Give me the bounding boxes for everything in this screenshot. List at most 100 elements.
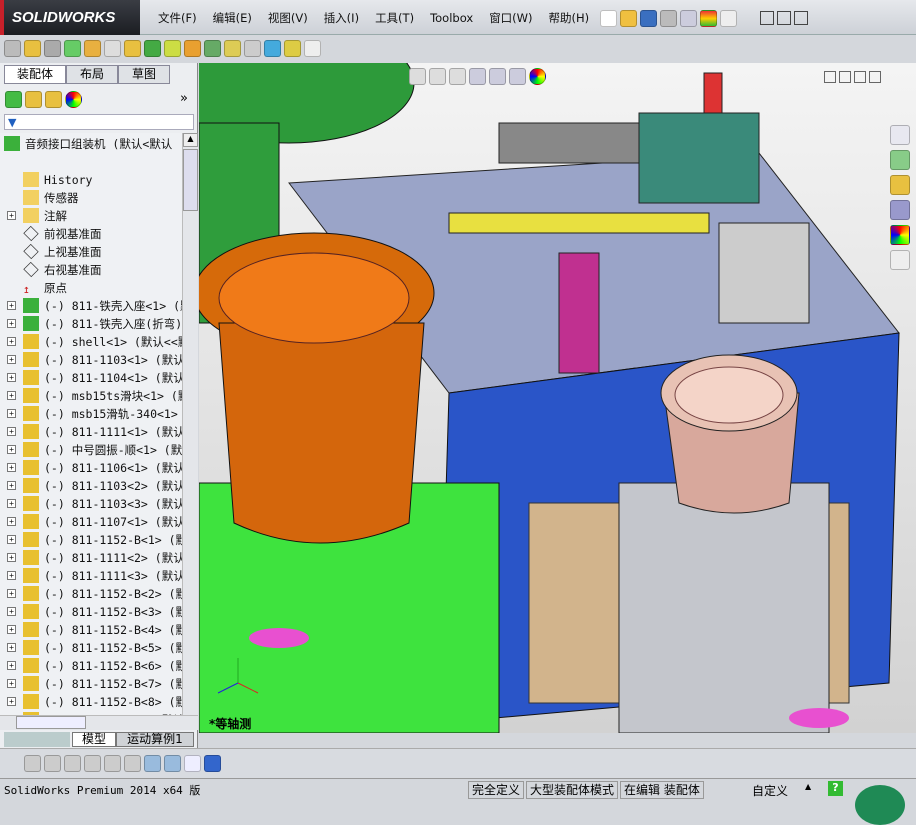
tree-horizontal-scrollbar[interactable] bbox=[0, 715, 198, 730]
previous-view-icon[interactable] bbox=[449, 68, 466, 85]
expand-icon[interactable]: + bbox=[7, 409, 16, 418]
tab-assembly[interactable]: 装配体 bbox=[4, 65, 66, 84]
print-icon[interactable] bbox=[660, 9, 677, 27]
speedpak-icon[interactable] bbox=[284, 39, 301, 57]
zoom-area-icon[interactable] bbox=[429, 68, 446, 85]
expand-icon[interactable]: + bbox=[7, 499, 16, 508]
feature-manager-icon[interactable] bbox=[5, 91, 22, 108]
display-style-icon[interactable] bbox=[509, 68, 526, 85]
rebuild-icon[interactable] bbox=[700, 9, 717, 27]
linear-pattern-icon[interactable] bbox=[64, 39, 81, 57]
file-explorer-icon[interactable] bbox=[890, 175, 910, 195]
show-hidden-icon[interactable] bbox=[124, 39, 141, 57]
units-selector[interactable]: 自定义 bbox=[752, 782, 788, 799]
snapshot-icon[interactable] bbox=[304, 39, 321, 57]
exploded-view-icon[interactable] bbox=[224, 39, 241, 57]
menu-window[interactable]: 窗口(W) bbox=[481, 10, 540, 26]
tree-vertical-scrollbar[interactable]: ▲ bbox=[182, 133, 198, 715]
arrange-icon[interactable] bbox=[124, 755, 141, 772]
expand-icon[interactable]: + bbox=[7, 211, 16, 220]
viewport-split-icon[interactable] bbox=[839, 71, 851, 83]
expand-icon[interactable]: + bbox=[7, 517, 16, 526]
resources-icon[interactable] bbox=[890, 125, 910, 145]
new-file-icon[interactable] bbox=[600, 9, 617, 27]
expand-icon[interactable]: + bbox=[7, 697, 16, 706]
undo-icon[interactable] bbox=[680, 9, 697, 27]
design-library-icon[interactable] bbox=[890, 150, 910, 170]
expand-icon[interactable]: + bbox=[7, 553, 16, 562]
units-up-arrow-icon[interactable]: ▲ bbox=[805, 782, 811, 791]
insert-component-icon[interactable] bbox=[24, 39, 41, 57]
layout-icon[interactable] bbox=[144, 755, 161, 772]
expand-icon[interactable]: + bbox=[7, 427, 16, 436]
expand-icon[interactable]: + bbox=[7, 373, 16, 382]
graphics-area[interactable]: *等轴测 bbox=[199, 63, 916, 733]
save-icon[interactable] bbox=[640, 9, 657, 27]
hide-show-icon[interactable] bbox=[24, 755, 41, 772]
expand-icon[interactable]: + bbox=[7, 445, 16, 454]
assembly-features-icon[interactable] bbox=[144, 39, 161, 57]
close-icon[interactable] bbox=[794, 11, 808, 25]
custom-properties-icon[interactable] bbox=[890, 250, 910, 270]
cube-view-icon[interactable] bbox=[164, 755, 181, 772]
expand-icon[interactable]: + bbox=[7, 463, 16, 472]
view-palette-icon[interactable] bbox=[890, 200, 910, 220]
table-icon[interactable] bbox=[184, 755, 201, 772]
scroll-thumb[interactable] bbox=[183, 149, 198, 211]
section-view-icon[interactable] bbox=[469, 68, 486, 85]
tab-layout[interactable]: 布局 bbox=[66, 65, 118, 84]
lines-icon[interactable] bbox=[64, 755, 81, 772]
menu-tools[interactable]: 工具(T) bbox=[367, 10, 422, 26]
expand-icon[interactable]: + bbox=[7, 355, 16, 364]
tab-motion-study-1[interactable]: 运动算例1 bbox=[116, 732, 194, 747]
minimize-icon[interactable] bbox=[760, 11, 774, 25]
h-scroll-thumb[interactable] bbox=[16, 716, 86, 729]
viewport-restore-icon[interactable] bbox=[824, 71, 836, 83]
save-view-icon[interactable] bbox=[204, 755, 221, 772]
appearances-scenes-icon[interactable] bbox=[890, 225, 910, 245]
viewport-close-icon[interactable] bbox=[869, 71, 881, 83]
open-file-icon[interactable] bbox=[620, 9, 637, 27]
menu-toolbox[interactable]: Toolbox bbox=[422, 11, 481, 25]
expand-icon[interactable]: + bbox=[7, 337, 16, 346]
help-status-icon[interactable]: ? bbox=[828, 781, 843, 796]
appearance-icon[interactable] bbox=[529, 68, 546, 85]
menu-edit[interactable]: 编辑(E) bbox=[205, 10, 260, 26]
expand-icon[interactable]: + bbox=[7, 607, 16, 616]
tab-scroll-buttons[interactable] bbox=[4, 732, 70, 747]
expand-icon[interactable]: + bbox=[7, 535, 16, 544]
filter-input[interactable]: ▼ bbox=[4, 114, 194, 130]
expand-icon[interactable]: + bbox=[7, 301, 16, 310]
viewport-tile-icon[interactable] bbox=[854, 71, 866, 83]
scroll-up-button[interactable]: ▲ bbox=[183, 133, 198, 147]
expand-icon[interactable]: + bbox=[7, 679, 16, 688]
explode-line-icon[interactable] bbox=[244, 39, 261, 57]
expand-icon[interactable]: + bbox=[7, 589, 16, 598]
grid-icon[interactable] bbox=[104, 755, 121, 772]
expand-icon[interactable]: + bbox=[7, 625, 16, 634]
configuration-manager-icon[interactable] bbox=[45, 91, 62, 108]
expand-icon[interactable]: + bbox=[7, 319, 16, 328]
expand-icon[interactable]: + bbox=[7, 481, 16, 490]
bill-of-materials-icon[interactable] bbox=[204, 39, 221, 57]
expand-icon[interactable]: + bbox=[7, 391, 16, 400]
menu-insert[interactable]: 插入(I) bbox=[316, 10, 367, 26]
expand-icon[interactable]: + bbox=[7, 571, 16, 580]
tab-model[interactable]: 模型 bbox=[72, 732, 116, 747]
help-icon[interactable] bbox=[720, 9, 737, 27]
mate-icon[interactable] bbox=[44, 39, 61, 57]
list-icon[interactable] bbox=[84, 755, 101, 772]
tab-sketch[interactable]: 草图 bbox=[118, 65, 170, 84]
expand-chevron-icon[interactable]: » bbox=[180, 91, 188, 106]
menu-view[interactable]: 视图(V) bbox=[260, 10, 316, 26]
smart-fasteners-icon[interactable] bbox=[84, 39, 101, 57]
move-component-icon[interactable] bbox=[104, 39, 121, 57]
display-manager-icon[interactable] bbox=[65, 91, 82, 108]
view-orientation-icon[interactable] bbox=[489, 68, 506, 85]
property-manager-icon[interactable] bbox=[25, 91, 42, 108]
menu-help[interactable]: 帮助(H) bbox=[541, 10, 598, 26]
expand-icon[interactable]: + bbox=[7, 661, 16, 670]
transparency-icon[interactable] bbox=[44, 755, 61, 772]
zoom-to-fit-icon[interactable] bbox=[409, 68, 426, 85]
new-motion-study-icon[interactable] bbox=[184, 39, 201, 57]
